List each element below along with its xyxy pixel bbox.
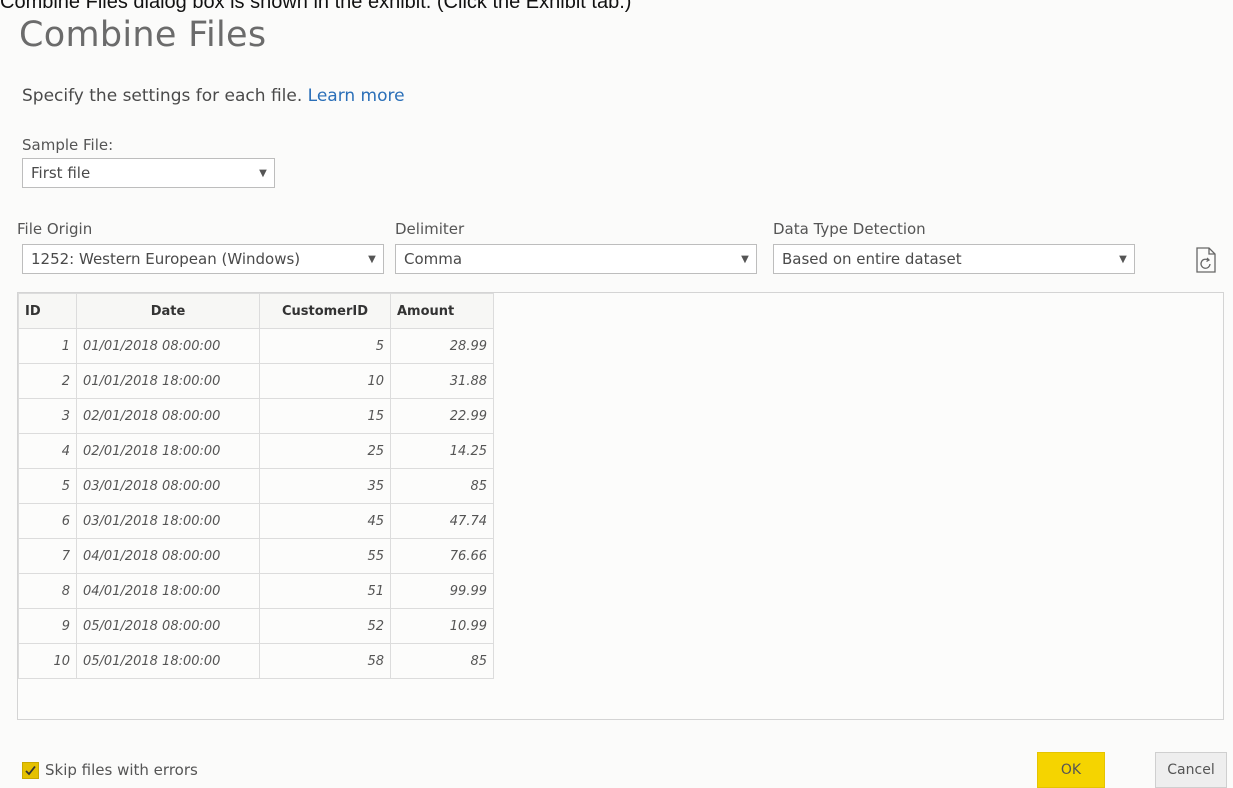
cell-id: 3: [18, 398, 77, 434]
skip-errors-label: Skip files with errors: [45, 761, 198, 779]
cell-id: 9: [18, 608, 77, 644]
table-header-row: ID Date CustomerID Amount: [18, 293, 494, 329]
cell-customerid: 25: [259, 433, 391, 469]
refresh-document-icon[interactable]: [1195, 247, 1217, 273]
cell-date: 02/01/2018 18:00:00: [76, 433, 260, 469]
data-type-detection-value: Based on entire dataset: [782, 250, 962, 268]
table-row: 8 04/01/2018 18:00:00 51 99.99: [18, 573, 494, 609]
table-row: 1 01/01/2018 08:00:00 5 28.99: [18, 328, 494, 364]
cell-id: 5: [18, 468, 77, 504]
cell-date: 03/01/2018 18:00:00: [76, 503, 260, 539]
file-origin-label: File Origin: [17, 220, 93, 238]
cell-date: 02/01/2018 08:00:00: [76, 398, 260, 434]
chevron-down-icon: ▼: [368, 253, 376, 265]
cell-amount: 85: [390, 468, 494, 504]
cell-id: 4: [18, 433, 77, 469]
cell-id: 6: [18, 503, 77, 539]
column-header-customerid: CustomerID: [259, 293, 391, 329]
table-row: 2 01/01/2018 18:00:00 10 31.88: [18, 363, 494, 399]
table-row: 6 03/01/2018 18:00:00 45 47.74: [18, 503, 494, 539]
table-row: 9 05/01/2018 08:00:00 52 10.99: [18, 608, 494, 644]
sample-file-label: Sample File:: [22, 136, 114, 154]
cell-customerid: 35: [259, 468, 391, 504]
cell-id: 8: [18, 573, 77, 609]
table-row: 4 02/01/2018 18:00:00 25 14.25: [18, 433, 494, 469]
cell-date: 03/01/2018 08:00:00: [76, 468, 260, 504]
cell-id: 7: [18, 538, 77, 574]
file-origin-value: 1252: Western European (Windows): [31, 250, 301, 268]
cell-amount: 28.99: [390, 328, 494, 364]
preview-table: ID Date CustomerID Amount 1 01/01/2018 08…: [18, 293, 494, 679]
skip-errors-checkbox[interactable]: [22, 761, 39, 779]
chevron-down-icon: ▼: [259, 167, 267, 179]
subtitle-text: Specify the settings for each file.: [22, 86, 303, 106]
skip-errors-option[interactable]: Skip files with errors: [22, 761, 198, 779]
cancel-button[interactable]: Cancel: [1155, 752, 1227, 788]
dialog-subtitle: Specify the settings for each file. Lear…: [22, 86, 405, 106]
learn-more-link[interactable]: Learn more: [308, 86, 405, 106]
chevron-down-icon: ▼: [1119, 253, 1127, 265]
cell-amount: 76.66: [390, 538, 494, 574]
cell-amount: 85: [390, 643, 494, 679]
cell-date: 01/01/2018 08:00:00: [76, 328, 260, 364]
cell-customerid: 55: [259, 538, 391, 574]
cell-amount: 99.99: [390, 573, 494, 609]
data-type-detection-dropdown[interactable]: Based on entire dataset ▼: [773, 244, 1135, 274]
cell-amount: 47.74: [390, 503, 494, 539]
sample-file-dropdown[interactable]: First file ▼: [22, 158, 275, 188]
cell-amount: 22.99: [390, 398, 494, 434]
table-row: 3 02/01/2018 08:00:00 15 22.99: [18, 398, 494, 434]
table-row: 10 05/01/2018 18:00:00 58 85: [18, 643, 494, 679]
exhibit-caption: Combine Files dialog box is shown in the…: [0, 0, 632, 13]
column-header-id: ID: [18, 293, 77, 329]
cell-date: 05/01/2018 18:00:00: [76, 643, 260, 679]
cell-customerid: 5: [259, 328, 391, 364]
cell-amount: 31.88: [390, 363, 494, 399]
cell-customerid: 52: [259, 608, 391, 644]
cell-customerid: 45: [259, 503, 391, 539]
cell-amount: 14.25: [390, 433, 494, 469]
delimiter-dropdown[interactable]: Comma ▼: [395, 244, 757, 274]
cell-date: 05/01/2018 08:00:00: [76, 608, 260, 644]
cell-id: 10: [18, 643, 77, 679]
sample-file-value: First file: [31, 164, 91, 182]
cell-customerid: 51: [259, 573, 391, 609]
cell-customerid: 10: [259, 363, 391, 399]
data-type-detection-label: Data Type Detection: [773, 220, 926, 238]
ok-button[interactable]: OK: [1037, 752, 1105, 788]
file-origin-dropdown[interactable]: 1252: Western European (Windows) ▼: [22, 244, 384, 274]
column-header-date: Date: [76, 293, 260, 329]
cell-date: 04/01/2018 18:00:00: [76, 573, 260, 609]
column-header-amount: Amount: [390, 293, 494, 329]
table-row: 7 04/01/2018 08:00:00 55 76.66: [18, 538, 494, 574]
cell-amount: 10.99: [390, 608, 494, 644]
chevron-down-icon: ▼: [741, 253, 749, 265]
preview-pane: ID Date CustomerID Amount 1 01/01/2018 08…: [17, 292, 1224, 720]
delimiter-label: Delimiter: [395, 220, 465, 238]
cell-date: 01/01/2018 18:00:00: [76, 363, 260, 399]
cell-id: 2: [18, 363, 77, 399]
dialog-title: Combine Files: [19, 15, 267, 55]
cell-customerid: 58: [259, 643, 391, 679]
table-row: 5 03/01/2018 08:00:00 35 85: [18, 468, 494, 504]
delimiter-value: Comma: [404, 250, 463, 268]
cell-customerid: 15: [259, 398, 391, 434]
checkmark-icon: [25, 765, 36, 775]
cell-date: 04/01/2018 08:00:00: [76, 538, 260, 574]
cell-id: 1: [18, 328, 77, 364]
